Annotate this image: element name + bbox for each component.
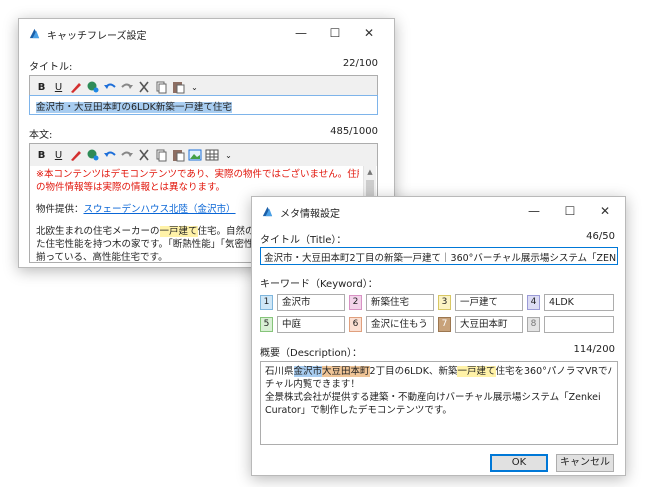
keyword-number: 5 — [260, 317, 273, 332]
titlebar: メタ情報設定 — ☐ ✕ — [252, 197, 625, 225]
bold-icon[interactable]: B — [34, 148, 49, 163]
keyword-slot-4: 4 4LDK — [527, 294, 614, 311]
link-icon[interactable] — [85, 148, 100, 163]
window-title: メタ情報設定 — [280, 209, 340, 220]
body-text: 北欧生まれの住宅メーカーの — [36, 226, 160, 237]
keyword-input[interactable]: 一戸建て — [455, 294, 523, 311]
minimize-button[interactable]: — — [524, 202, 544, 220]
body-label: 本文: — [29, 130, 53, 141]
maximize-button[interactable]: ☐ — [325, 24, 345, 42]
title-input[interactable]: 金沢市・大豆田本町の6LDK新築一戸建て住宅 — [29, 95, 378, 115]
keyword-number: 6 — [349, 317, 362, 332]
description-char-count: 114/200 — [573, 344, 615, 355]
close-button[interactable]: ✕ — [359, 24, 379, 42]
redo-icon[interactable] — [119, 148, 134, 163]
keyword-number: 1 — [260, 295, 273, 310]
copy-icon[interactable] — [153, 80, 168, 95]
keyword-number: 8 — [527, 317, 540, 332]
copy-icon[interactable] — [153, 148, 168, 163]
redo-icon[interactable] — [119, 80, 134, 95]
description-text: 2丁目の6LDK、新築 — [369, 366, 458, 377]
description-line-4: Curator」で制作したデモコンテンツです。 — [265, 405, 452, 416]
keyword-slot-8: 8 — [527, 316, 614, 333]
undo-icon[interactable] — [102, 148, 117, 163]
keyword-number: 3 — [438, 295, 451, 310]
meta-title-input[interactable]: 金沢市・大豆田本町2丁目の新築一戸建て｜360°バーチャル展示場システム「ZEN… — [260, 247, 618, 265]
keyword-input[interactable] — [544, 316, 614, 333]
notice-line-2: の物件情報等は実際の情報とは異なります。 — [36, 182, 226, 193]
title-char-count: 22/100 — [342, 58, 378, 69]
titlebar: キャッチフレーズ設定 — ☐ ✕ — [19, 19, 394, 47]
description-line-2: チャル内覧できます！ — [265, 379, 360, 390]
close-button[interactable]: ✕ — [595, 202, 615, 220]
body-char-count: 485/1000 — [330, 126, 378, 137]
keyword-number: 7 — [438, 317, 451, 332]
undo-icon[interactable] — [102, 80, 117, 95]
description-line-1: 石川県金沢市大豆田本町2丁目の6LDK、新築一戸建て住宅を360°パノラマVRで… — [265, 365, 613, 378]
scroll-up-icon[interactable]: ▲ — [364, 166, 376, 178]
keyword-input[interactable]: 新築住宅 — [366, 294, 434, 311]
toolbar-more-icon[interactable]: ⌄ — [187, 80, 202, 95]
keyword-highlight: 金沢市 — [293, 366, 323, 377]
ok-button[interactable]: OK — [490, 454, 548, 472]
notice-line-1: ※本コンテンツはデモコンテンツであり、実際の物件ではございません。住所、価格、詳… — [36, 169, 359, 180]
toolbar-more-icon[interactable]: ⌄ — [221, 148, 236, 163]
keyword-slot-3: 3 一戸建て — [438, 294, 523, 311]
keyword-highlight: 一戸建て — [457, 366, 496, 377]
keyword-number: 4 — [527, 295, 540, 310]
pen-icon[interactable] — [68, 80, 83, 95]
keyword-highlight: 大豆田本町 — [322, 366, 370, 377]
table-icon[interactable] — [204, 148, 219, 163]
underline-icon[interactable]: U — [51, 148, 66, 163]
bold-icon[interactable]: B — [34, 80, 49, 95]
meta-title-char-count: 46/50 — [586, 231, 615, 242]
cut-icon[interactable] — [136, 80, 151, 95]
description-text: 石川県 — [265, 366, 294, 377]
app-logo-icon — [262, 206, 273, 217]
keyword-number: 2 — [349, 295, 362, 310]
keyword-slot-7: 7 大豆田本町 — [438, 316, 523, 333]
keyword-input[interactable]: 大豆田本町 — [455, 316, 523, 333]
provider-link[interactable]: スウェーデンハウス北陸（金沢市） — [84, 204, 236, 215]
app-logo-icon — [29, 28, 40, 39]
link-icon[interactable] — [85, 80, 100, 95]
keyword-slot-2: 2 新築住宅 — [349, 294, 434, 311]
keyword-input[interactable]: 中庭 — [277, 316, 345, 333]
meta-info-dialog: メタ情報設定 — ☐ ✕ タイトル（Title）： 46/50 金沢市・大豆田本… — [251, 196, 626, 476]
paste-icon[interactable] — [170, 80, 185, 95]
description-line-3: 全景株式会社が提供する建築・不動産向けバーチャル展示場システム「Zenkei — [265, 392, 601, 403]
pen-icon[interactable] — [68, 148, 83, 163]
keyword-input[interactable]: 4LDK — [544, 294, 614, 311]
keyword-slot-1: 1 金沢市 — [260, 294, 345, 311]
cancel-button[interactable]: キャンセル — [556, 454, 614, 472]
keyword-input[interactable]: 金沢に住もう — [366, 316, 434, 333]
keyword-slot-5: 5 中庭 — [260, 316, 345, 333]
image-icon[interactable] — [187, 148, 202, 163]
description-text: 住宅を360°パノラマVRでバー — [495, 366, 614, 377]
meta-title-label: タイトル（Title）： — [260, 235, 347, 246]
minimize-button[interactable]: — — [291, 24, 311, 42]
window-title: キャッチフレーズ設定 — [47, 31, 147, 42]
keyword-input[interactable]: 金沢市 — [277, 294, 345, 311]
keyword-label: キーワード（Keyword）： — [260, 279, 378, 290]
title-label: タイトル: — [29, 62, 73, 73]
underline-icon[interactable]: U — [51, 80, 66, 95]
description-textarea[interactable]: 石川県金沢市大豆田本町2丁目の6LDK、新築一戸建て住宅を360°パノラマVRで… — [260, 361, 618, 445]
maximize-button[interactable]: ☐ — [560, 202, 580, 220]
paste-icon[interactable] — [170, 148, 185, 163]
cut-icon[interactable] — [136, 148, 151, 163]
body-toolbar: B U ⌄ — [30, 144, 377, 166]
keyword-slot-6: 6 金沢に住もう — [349, 316, 434, 333]
description-label: 概要（Description）： — [260, 348, 362, 359]
meta-title-text: 金沢市・大豆田本町2丁目の新築一戸建て｜360°バーチャル展示場システム「ZEN… — [264, 253, 618, 264]
title-text: 金沢市・大豆田本町の6LDK新築一戸建て住宅 — [36, 102, 232, 113]
provider-prefix: 物件提供： — [36, 204, 84, 215]
keyword-highlight: 一戸建て — [159, 226, 198, 237]
